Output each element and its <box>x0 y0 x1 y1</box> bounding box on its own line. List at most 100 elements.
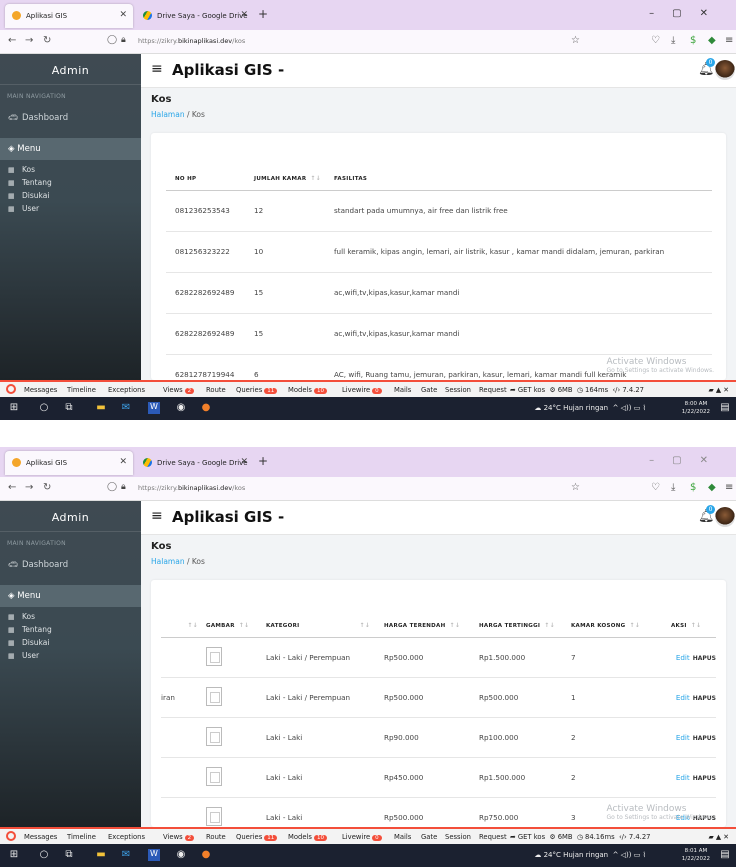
sort-icon[interactable]: ↑↓ <box>359 622 370 629</box>
breadcrumb-link[interactable]: Halaman <box>151 557 185 566</box>
kos-image-thumbnail[interactable] <box>206 766 222 786</box>
debug-tab-exceptions[interactable]: Exceptions <box>108 833 145 841</box>
download-icon[interactable]: ⤓ <box>671 482 675 493</box>
debug-controls[interactable]: ▰ ▲ ✕ <box>709 386 729 394</box>
debug-tab-queries[interactable]: Queries 11 <box>236 386 278 394</box>
debug-tab-views[interactable]: Views 2 <box>163 386 195 394</box>
debug-tab-mails[interactable]: Mails <box>394 386 411 394</box>
menu-icon[interactable]: ≡ <box>725 482 733 493</box>
debug-tab-livewire[interactable]: Livewire 0 <box>342 833 382 841</box>
extension-icon[interactable]: $ <box>690 35 696 46</box>
edit-link[interactable]: Edit <box>676 653 690 662</box>
debug-tab-gate[interactable]: Gate <box>421 386 437 394</box>
column-header[interactable]: AKSI ↑↓ <box>653 615 716 638</box>
kos-image-thumbnail[interactable] <box>206 646 222 666</box>
column-header[interactable]: JUMLAH KAMAR ↑↓ <box>254 168 334 191</box>
debug-tab-messages[interactable]: Messages <box>24 833 57 841</box>
windows-start-icon[interactable]: ⊞ <box>8 402 20 414</box>
menu-icon[interactable]: ≡ <box>725 35 733 46</box>
chrome-icon[interactable]: ◉ <box>175 402 187 414</box>
column-header[interactable]: FASILITAS <box>334 168 712 191</box>
column-header[interactable]: KAMAR KOSONG ↑↓ <box>571 615 653 638</box>
file-explorer-icon[interactable]: ▬ <box>95 402 107 414</box>
hapus-link[interactable]: HAPUS <box>693 695 716 702</box>
debug-tab-gate[interactable]: Gate <box>421 833 437 841</box>
tab-aplikasi-gis[interactable]: Aplikasi GIS ✕ <box>5 4 133 28</box>
tab-aplikasi-gis[interactable]: Aplikasi GIS ✕ <box>5 451 133 475</box>
sidebar-brand[interactable]: Admin <box>0 54 141 85</box>
bookmark-star-icon[interactable]: ☆ <box>571 482 580 493</box>
sidebar-item-tentang[interactable]: ▦ Tentang <box>0 176 141 189</box>
edit-link[interactable]: Edit <box>676 733 690 742</box>
column-header[interactable]: NO HP <box>166 168 254 191</box>
kos-image-thumbnail[interactable] <box>206 726 222 746</box>
sort-icon[interactable]: ↑↓ <box>187 622 198 629</box>
sidebar-item-disukai[interactable]: ▦ Disukai <box>0 189 141 202</box>
avatar[interactable] <box>715 60 735 80</box>
debug-tab-session[interactable]: Session <box>445 386 471 394</box>
kos-image-thumbnail[interactable] <box>206 686 222 706</box>
clock[interactable]: 8:01 AM 1/22/2022 <box>682 847 710 863</box>
pocket-icon[interactable]: ♡ <box>651 482 660 493</box>
back-icon[interactable]: ← <box>8 482 16 493</box>
column-header[interactable]: KATEGORI ↑↓ <box>266 615 384 638</box>
download-icon[interactable]: ⤓ <box>671 35 675 46</box>
hamburger-icon[interactable]: ≡ <box>151 61 163 77</box>
clock[interactable]: 8:00 AM 1/22/2022 <box>682 400 710 416</box>
sidebar-item-user[interactable]: ▦ User <box>0 649 141 662</box>
word-icon[interactable]: W <box>148 849 160 861</box>
word-icon[interactable]: W <box>148 402 160 414</box>
forward-icon[interactable]: → <box>25 35 33 46</box>
debug-tab-mails[interactable]: Mails <box>394 833 411 841</box>
file-explorer-icon[interactable]: ▬ <box>95 849 107 861</box>
debug-tab-models[interactable]: Models 10 <box>288 386 327 394</box>
column-header[interactable]: GAMBAR ↑↓ <box>206 615 266 638</box>
column-header[interactable]: HARGA TERENDAH ↑↓ <box>384 615 479 638</box>
close-tab-icon[interactable]: ✕ <box>240 457 248 467</box>
url-text[interactable]: https://zikry.bikinaplikasi.dev/kos <box>138 484 245 492</box>
sidebar-item-kos[interactable]: ▦ Kos <box>0 163 141 176</box>
pocket-icon[interactable]: ♡ <box>651 35 660 46</box>
debug-tab-route[interactable]: Route <box>206 386 226 394</box>
mail-icon[interactable]: ✉ <box>120 402 132 414</box>
reload-icon[interactable]: ↻ <box>43 35 51 46</box>
hapus-link[interactable]: HAPUS <box>693 735 716 742</box>
debugbar-logo-icon[interactable] <box>6 831 16 841</box>
sidebar-item-tentang[interactable]: ▦ Tentang <box>0 623 141 636</box>
edit-link[interactable]: Edit <box>676 693 690 702</box>
sort-icon[interactable]: ↑↓ <box>691 622 702 629</box>
debug-controls[interactable]: ▰ ▲ ✕ <box>709 833 729 841</box>
close-tab-icon[interactable]: ✕ <box>119 10 127 20</box>
sidebar-item-kos[interactable]: ▦ Kos <box>0 610 141 623</box>
debug-tab-exceptions[interactable]: Exceptions <box>108 386 145 394</box>
tab-google-drive[interactable]: Drive Saya - Google Drive ✕ <box>136 4 254 28</box>
hapus-link[interactable]: HAPUS <box>693 775 716 782</box>
shield-icon[interactable]: ◯ <box>107 35 117 45</box>
breadcrumb-link[interactable]: Halaman <box>151 110 185 119</box>
debug-tab-livewire[interactable]: Livewire 0 <box>342 386 382 394</box>
sidebar-item-disukai[interactable]: ▦ Disukai <box>0 636 141 649</box>
sidebar-item-dashboard[interactable]: 🚗︎ Dashboard <box>0 108 141 128</box>
back-icon[interactable]: ← <box>8 35 16 46</box>
debugbar-logo-icon[interactable] <box>6 384 16 394</box>
debug-tab-queries[interactable]: Queries 11 <box>236 833 278 841</box>
debug-tab-request[interactable]: Request <box>479 833 507 841</box>
kos-image-thumbnail[interactable] <box>206 806 222 826</box>
avatar[interactable] <box>715 507 735 527</box>
forward-icon[interactable]: → <box>25 482 33 493</box>
close-tab-icon[interactable]: ✕ <box>119 457 127 467</box>
lock-icon[interactable]: 🔒︎ <box>121 35 126 45</box>
search-icon[interactable]: ○ <box>38 849 50 861</box>
bookmark-star-icon[interactable]: ☆ <box>571 35 580 46</box>
debug-tab-timeline[interactable]: Timeline <box>67 386 96 394</box>
reload-icon[interactable]: ↻ <box>43 482 51 493</box>
tab-google-drive[interactable]: Drive Saya - Google Drive ✕ <box>136 451 254 475</box>
sort-icon[interactable]: ↑↓ <box>544 622 555 629</box>
sidebar-brand[interactable]: Admin <box>0 501 141 532</box>
hapus-link[interactable]: HAPUS <box>693 655 716 662</box>
notification-icon[interactable]: ▤ <box>719 402 731 414</box>
task-view-icon[interactable]: ⧉ <box>63 849 75 861</box>
mail-icon[interactable]: ✉ <box>120 849 132 861</box>
firefox-icon[interactable]: ● <box>200 849 212 861</box>
window-controls[interactable]: –▢✕ <box>649 8 726 19</box>
